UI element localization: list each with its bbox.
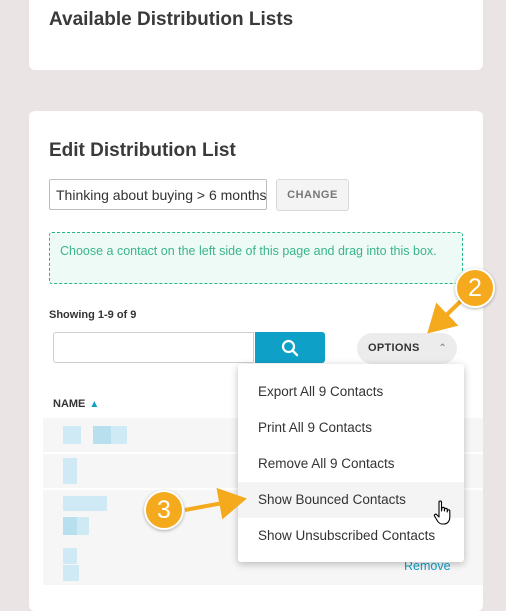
arrow-to-bounced bbox=[184, 487, 247, 520]
hand-pointer-icon bbox=[433, 500, 451, 525]
annotation-arrows bbox=[184, 298, 464, 520]
step-3-callout: 3 bbox=[144, 490, 184, 530]
step-2-callout: 2 bbox=[455, 268, 495, 308]
arrow-to-options bbox=[427, 298, 464, 334]
